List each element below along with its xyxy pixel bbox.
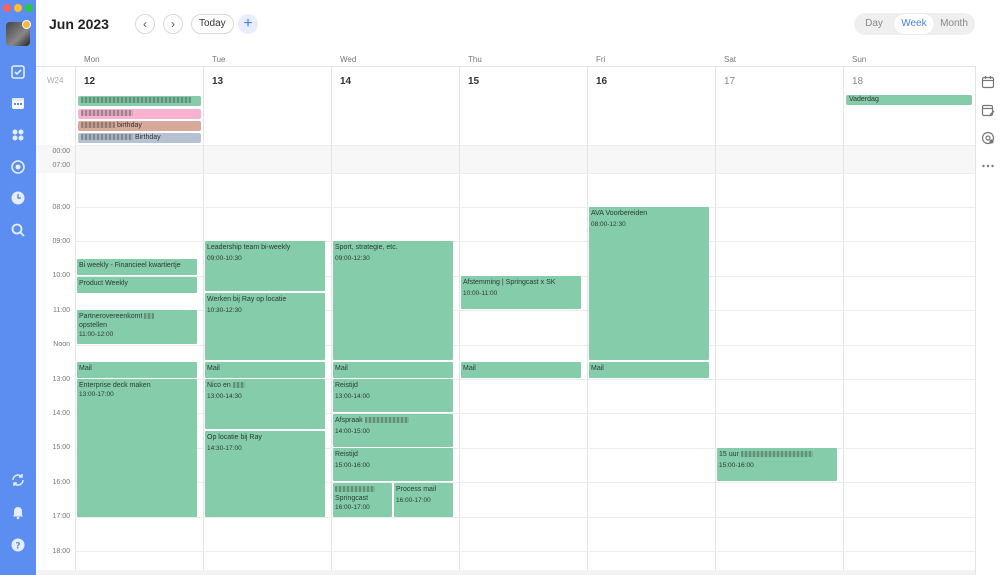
time-label: 14:00 [52,410,70,417]
bell-icon[interactable] [10,504,26,520]
time-label: Noon [53,341,70,348]
day-name-tue: Tue [212,55,226,64]
event-thu-mail[interactable]: Mail [461,362,581,378]
redacted-text [144,313,155,320]
sync-icon[interactable] [10,472,26,488]
event-wed-process-mail[interactable]: Process mail 16:00-17:00 [394,483,453,517]
event-wed-mail[interactable]: Mail [333,362,453,378]
day-name-mon: Mon [84,55,100,64]
help-icon[interactable]: ? [10,537,26,553]
allday-event-vaderdag[interactable]: Vaderdag [846,95,972,105]
event-tue-mail[interactable]: Mail [205,362,325,378]
next-week-button[interactable]: › [163,14,183,34]
time-label: 16:00 [52,479,70,486]
event-sat-15uur[interactable]: 15 uur 15:00-16:00 [717,448,837,481]
view-month-button[interactable]: Month [934,13,974,35]
time-label: 08:00 [52,204,70,211]
settings-icon[interactable] [981,131,995,145]
time-label: 15:00 [52,444,70,451]
window-zoom-button[interactable] [25,4,33,12]
week-number: W24 [47,76,64,85]
redacted-text [81,110,133,117]
add-event-button[interactable]: + [238,14,258,34]
plus-icon: + [243,15,253,32]
event-fri-ava[interactable]: AVA Voorbereiden 08:00-12:30 [589,207,709,360]
chevron-right-icon: › [171,17,175,31]
event-mon-product[interactable]: Product Weekly [77,277,197,293]
time-label: 10:00 [52,272,70,279]
today-button[interactable]: Today [191,14,234,34]
allday-event-mon-2[interactable] [78,109,201,119]
event-mon-mail[interactable]: Mail [77,362,197,378]
time-label: 09:00 [52,238,70,245]
time-label: 18:00 [52,548,70,555]
event-mon-biweekly[interactable]: Bi weekly - Financieel kwartiertje [77,259,197,275]
redacted-text [740,451,813,458]
bottom-scroll-strip [36,570,975,575]
event-tue-oplocatie[interactable]: Op locatie bij Ray 14:30-17:00 [205,431,325,517]
redacted-text [81,134,133,141]
allday-event-mon-1[interactable] [78,96,201,106]
checkbox-icon[interactable] [10,64,26,80]
window-close-button[interactable] [3,4,11,12]
event-wed-afspraak[interactable]: Afspraak 14:00-15:00 [333,414,453,447]
app-sidebar: ? [0,0,36,575]
more-icon[interactable] [981,159,995,173]
event-fri-mail[interactable]: Mail [589,362,709,378]
avatar-badge [22,20,31,29]
time-label: 17:00 [52,513,70,520]
view-week-button[interactable]: Week [894,14,934,34]
time-label: 07:00 [52,162,70,169]
time-label: 11:00 [53,307,70,314]
svg-text:?: ? [15,542,20,552]
event-wed-reistijd-2[interactable]: Reistijd 15:00-16:00 [333,448,453,481]
event-tue-nico[interactable]: Nico en 13:00-14:30 [205,379,325,429]
target-icon[interactable] [10,159,26,175]
event-tue-leadership[interactable]: Leadership team bi-weekly 09:00-10:30 [205,241,325,291]
right-panel-divider [975,66,976,575]
event-wed-springcast[interactable]: Springcast 16:00-17:00 [333,483,392,517]
event-tue-werken[interactable]: Werken bij Ray op locatie 10:30-12:30 [205,293,325,360]
window-minimize-button[interactable] [14,4,22,12]
prev-week-button[interactable]: ‹ [135,14,155,34]
allday-event-mon-3[interactable]: birthday [78,121,201,131]
event-mon-enterprise[interactable]: Enterprise deck maken 13:00-17:00 [77,379,197,517]
redacted-text [81,97,191,104]
month-title: Jun 2023 [49,16,109,32]
calendar-view-icon[interactable] [981,75,995,89]
event-wed-sport[interactable]: Sport, strategie, etc. 09:00-12:30 [333,241,453,360]
chevron-left-icon: ‹ [143,17,147,31]
redacted-text [364,417,409,424]
redacted-text [335,486,375,493]
calendar-icon[interactable] [10,95,26,111]
search-icon[interactable] [10,222,26,238]
time-label: 00:00 [52,148,70,155]
event-thu-afstemming[interactable]: Afstemming | Springcast x SK 10:00-11:00 [461,276,581,309]
day-name-fri: Fri [596,55,606,64]
grid-icon[interactable] [10,127,26,143]
event-mon-partner[interactable]: Partnerovereenkomt opstellen 11:00-12:00 [77,310,197,344]
redacted-text [81,122,115,129]
day-name-thu: Thu [468,55,482,64]
clock-icon[interactable] [10,190,26,206]
time-label: 13:00 [52,376,70,383]
view-day-button[interactable]: Day [854,13,894,35]
event-wed-reistijd-1[interactable]: Reistijd 13:00-14:00 [333,379,453,412]
day-name-sun: Sun [852,55,867,64]
day-name-wed: Wed [340,55,357,64]
allday-event-mon-4[interactable]: Birthday [78,133,201,143]
day-name-sat: Sat [724,55,737,64]
calendar-edit-icon[interactable] [981,103,995,117]
redacted-text [232,382,245,389]
view-switch: Day Week Month [854,13,975,35]
